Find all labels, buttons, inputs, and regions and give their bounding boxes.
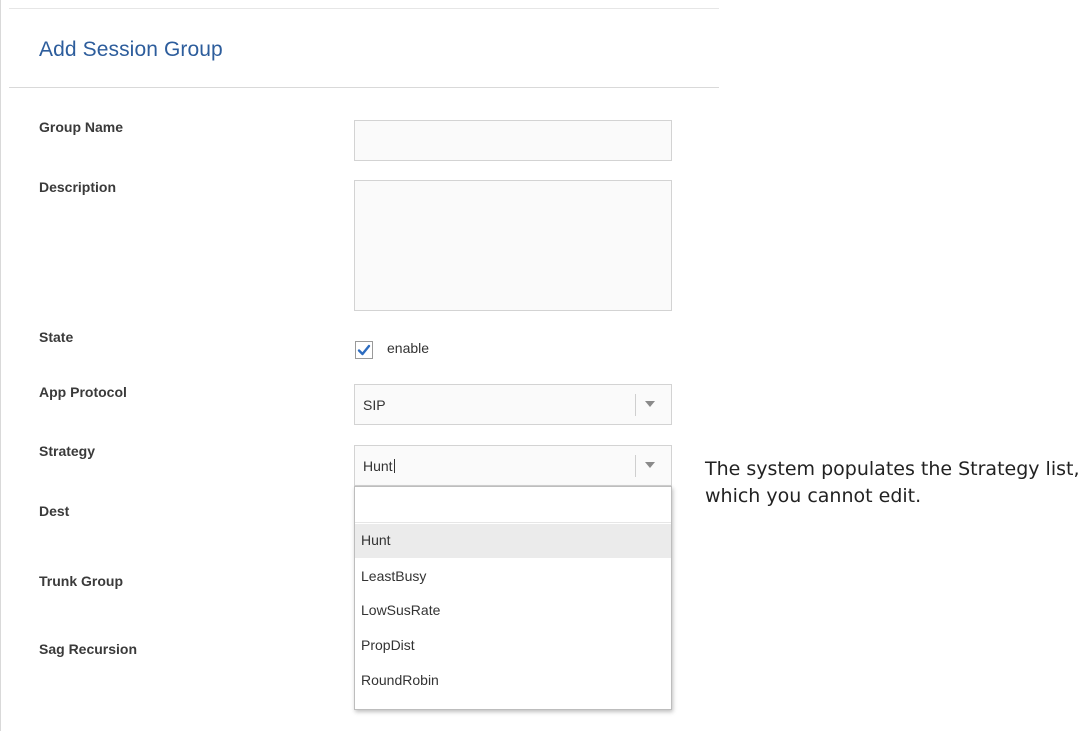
select-separator xyxy=(635,455,636,477)
description-textarea[interactable] xyxy=(354,180,672,311)
dropdown-filter-input[interactable] xyxy=(355,487,671,523)
description-label: Description xyxy=(39,179,117,195)
page: Add Session Group Group Name Description… xyxy=(0,0,1083,731)
annotation-text: The system populates the Strategy list, … xyxy=(705,458,1080,507)
page-title: Add Session Group xyxy=(39,38,223,61)
group-name-input[interactable] xyxy=(354,120,672,161)
checkmark-icon xyxy=(357,344,371,356)
sag-recursion-label: Sag Recursion xyxy=(39,641,138,657)
form-panel: Add Session Group Group Name Description… xyxy=(0,0,719,731)
app-protocol-selected-value: SIP xyxy=(363,397,386,413)
strategy-select[interactable]: Hunt xyxy=(354,445,672,486)
dropdown-option-roundrobin[interactable]: RoundRobin xyxy=(355,664,671,698)
state-label: State xyxy=(39,329,74,345)
group-name-label: Group Name xyxy=(39,119,124,135)
dropdown-option-propdist[interactable]: PropDist xyxy=(355,629,671,663)
dest-label: Dest xyxy=(39,503,70,519)
panel-top-divider xyxy=(9,8,719,9)
state-enable-label: enable xyxy=(387,340,430,356)
app-protocol-select[interactable]: SIP xyxy=(354,384,672,425)
select-separator xyxy=(635,394,636,416)
trunk-group-label: Trunk Group xyxy=(39,573,123,589)
title-divider xyxy=(9,87,719,88)
strategy-selected-value: Hunt xyxy=(363,458,395,474)
dropdown-option-leastbusy[interactable]: LeastBusy xyxy=(355,560,671,594)
strategy-dropdown-list: Hunt LeastBusy LowSusRate PropDist Round… xyxy=(354,486,672,710)
state-enable-checkbox[interactable] xyxy=(355,341,373,359)
dropdown-option-hunt[interactable]: Hunt xyxy=(355,524,671,558)
text-caret xyxy=(393,459,395,473)
dropdown-option-lowsusrate[interactable]: LowSusRate xyxy=(355,594,671,628)
strategy-text: Hunt xyxy=(363,458,393,474)
chevron-down-icon[interactable] xyxy=(645,462,655,468)
strategy-label: Strategy xyxy=(39,443,96,459)
chevron-down-icon[interactable] xyxy=(645,401,655,407)
app-protocol-label: App Protocol xyxy=(39,384,127,400)
